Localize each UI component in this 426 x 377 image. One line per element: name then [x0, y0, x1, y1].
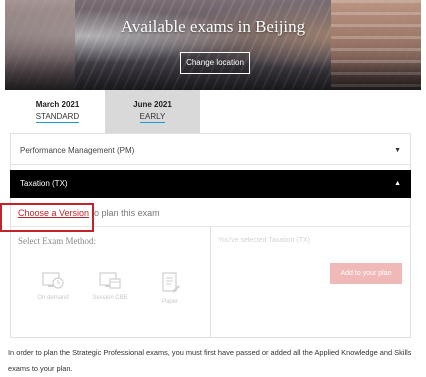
tab-month: June 2021: [133, 100, 172, 109]
tab-march-2021[interactable]: March 2021 STANDARD: [10, 90, 105, 133]
exam-row-label: Performance Management (PM): [20, 146, 135, 155]
exam-row-taxation[interactable]: Taxation (TX) ▲: [10, 170, 411, 198]
hero-banner: Available exams in Beijing Change locati…: [5, 0, 421, 90]
highlight-box: [0, 203, 94, 232]
hero-building-left: [5, 0, 75, 90]
hero-title: Available exams in Beijing: [120, 17, 306, 36]
selected-exam-text: You've selected Taxation (TX): [218, 237, 311, 244]
tab-sublabel: STANDARD: [35, 112, 80, 123]
method-option-on-demand[interactable]: On demand: [28, 272, 78, 301]
monitor-calendar-icon: [99, 272, 121, 289]
add-to-plan-button[interactable]: Add to your plan: [330, 263, 402, 284]
tab-month: March 2021: [35, 100, 80, 109]
tab-sublabel: EARLY: [139, 112, 166, 123]
tab-june-2021[interactable]: June 2021 EARLY: [105, 90, 200, 133]
paper-pencil-icon: [162, 272, 180, 293]
method-option-label: On demand: [37, 295, 69, 301]
method-option-label: Paper: [161, 299, 178, 305]
exam-row-performance-management[interactable]: Performance Management (PM) ▼: [10, 137, 411, 165]
hero-building-right: [331, 0, 421, 90]
monitor-clock-icon: [42, 272, 64, 289]
method-option-session-cbe[interactable]: Session CBE: [85, 272, 135, 301]
footer-note: In order to plan the Strategic Professio…: [8, 348, 412, 373]
method-option-paper[interactable]: Paper: [145, 272, 195, 305]
exam-row-label: Taxation (TX): [20, 179, 68, 188]
chevron-down-icon: ▼: [394, 147, 401, 154]
version-suffix: to plan this exam: [89, 208, 160, 218]
method-option-label: Session CBE: [92, 295, 128, 301]
change-location-button[interactable]: Change location: [180, 52, 250, 74]
exam-method-label: Select Exam Method:: [18, 236, 96, 246]
session-tabs: March 2021 STANDARD June 2021 EARLY: [10, 90, 210, 133]
chevron-up-icon: ▲: [394, 180, 401, 187]
panel-divider: [210, 227, 211, 338]
